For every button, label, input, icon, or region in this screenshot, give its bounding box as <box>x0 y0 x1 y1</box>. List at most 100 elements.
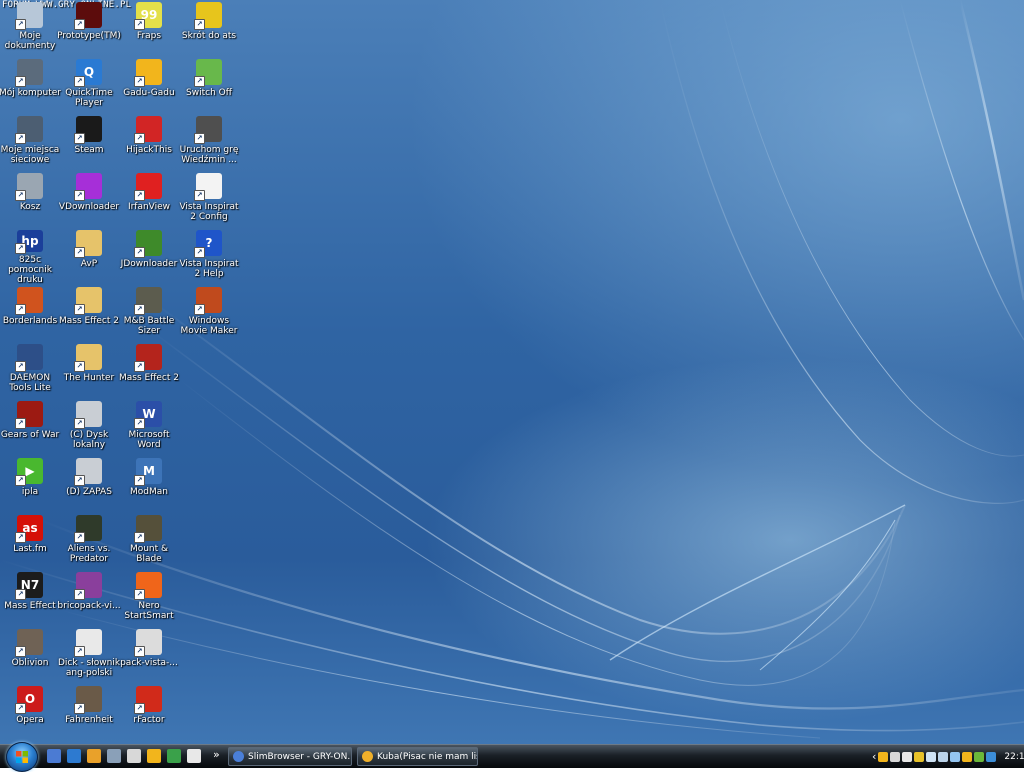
desktop-icon[interactable]: ↗ pack-vista-... <box>119 627 179 684</box>
internet-explorer-icon[interactable] <box>67 749 81 763</box>
desktop-icon[interactable]: ↗ Windows Movie Maker <box>179 285 239 342</box>
recycle-bin-icon: ↗ <box>15 173 43 201</box>
desktop-icon[interactable]: ↗ Steam <box>59 114 119 171</box>
desktop-icon-label: Mount & Blade <box>129 544 169 564</box>
taskbar-button-label: SlimBrowser - GRY-ON... <box>248 751 352 762</box>
desktop-icon[interactable]: ↗ Mass Effect 2 <box>59 285 119 342</box>
desktop-icon[interactable]: ↗ (D) ZAPAS <box>59 456 119 513</box>
desktop-icon[interactable]: W ↗ Microsoft Word <box>119 399 179 456</box>
desktop-icon-label: AvP <box>80 259 98 269</box>
desktop-icon[interactable]: ↗ AvP <box>59 228 119 285</box>
desktop-icon[interactable]: ↗ (C) Dysk lokalny <box>59 399 119 456</box>
desktop-icon-label: ModMan <box>130 487 168 497</box>
desktop-icon-label: Kosz <box>19 202 41 212</box>
desktop-icon[interactable]: ↗ JDownloader <box>119 228 179 285</box>
desktop-icon[interactable]: ↗ rFactor <box>119 684 179 741</box>
desktop-icon[interactable]: ? ↗ Vista Inspirat 2 Help <box>179 228 239 285</box>
desktop-icon[interactable]: ↗ Aliens vs. Predator <box>59 513 119 570</box>
desktop-icon[interactable]: ↗ M&B Battle Sizer <box>119 285 179 342</box>
desktop-icon[interactable]: ↗ Oblivion <box>0 627 60 684</box>
desktop-icon-label: Mój komputer <box>0 88 61 98</box>
mail-envelope-icon <box>362 751 373 762</box>
desktop-icon[interactable]: ↗ Skrót do ats <box>179 0 239 57</box>
network-status-icon[interactable] <box>926 751 937 762</box>
desktop-icon[interactable]: ↗ Mount & Blade <box>119 513 179 570</box>
taskbar-window-button[interactable]: Kuba(Pisac nie mam listy) <box>357 747 478 766</box>
shortcut-arrow-icon: ↗ <box>134 190 145 201</box>
desktop-icon[interactable]: ↗ Moje miejsca sieciowe <box>0 114 60 171</box>
shortcut-arrow-icon: ↗ <box>15 418 26 429</box>
globe-icon[interactable] <box>986 751 997 762</box>
steam-icon: ↗ <box>74 116 102 144</box>
shield-icon[interactable] <box>914 751 925 762</box>
gadu-gadu-icon[interactable] <box>962 751 973 762</box>
desktop-icon[interactable]: ↗ Fahrenheit <box>59 684 119 741</box>
notepad-icon[interactable] <box>187 749 201 763</box>
taskbar-window-button[interactable]: SlimBrowser - GRY-ON... <box>228 747 352 766</box>
desktop-icon[interactable]: ↗ The Hunter <box>59 342 119 399</box>
desktop-icon[interactable]: as ↗ Last.fm <box>0 513 60 570</box>
shortcut-arrow-icon: ↗ <box>74 247 85 258</box>
desktop-icon-label: Last.fm <box>13 544 47 554</box>
desktop-icon[interactable]: ↗ Uruchom grę Wiedźmin ... <box>179 114 239 171</box>
desktop-icon[interactable]: O ↗ Opera <box>0 684 60 741</box>
desktop-icon[interactable]: ↗ Kosz <box>0 171 60 228</box>
shortcut-arrow-icon: ↗ <box>74 304 85 315</box>
shortcut-arrow-icon: ↗ <box>15 361 26 372</box>
quick-launch-overflow-button[interactable]: » <box>213 748 220 761</box>
desktop-icon-label: Mass Effect 2 <box>58 316 119 326</box>
desktop-icon-label: Mass Effect <box>4 601 56 611</box>
icon-glyph: O <box>24 692 36 706</box>
desktop-icon[interactable]: ↗ Mój komputer <box>0 57 61 114</box>
desktop-icon[interactable]: ↗ VDownloader <box>59 171 119 228</box>
volume-icon[interactable] <box>902 751 913 762</box>
shortcut-arrow-icon: ↗ <box>15 19 26 30</box>
shortcut-arrow-icon: ↗ <box>194 190 205 201</box>
monitor-icon[interactable] <box>950 751 961 762</box>
desktop-icon[interactable]: Q ↗ QuickTime Player <box>59 57 119 114</box>
desktop-icon[interactable]: M ↗ ModMan <box>119 456 179 513</box>
desktop-icon-label: VDownloader <box>58 202 120 212</box>
desktop-icon-label: Moje dokumenty <box>4 31 56 51</box>
desktop-icon[interactable]: ↗ Borderlands <box>0 285 60 342</box>
desktop-icon[interactable]: ↗ Moje dokumenty <box>0 0 60 57</box>
desktop-icon[interactable]: ▶ ↗ ipla <box>0 456 60 513</box>
settings-tool-icon[interactable] <box>890 751 901 762</box>
winamp-icon[interactable] <box>87 749 101 763</box>
desktop-icon-label: Vista Inspirat 2 Help <box>179 259 239 279</box>
keyboard-icon[interactable] <box>938 751 949 762</box>
desktop-icon[interactable]: ↗ Prototype(TM) <box>57 0 121 57</box>
desktop-icon[interactable]: ↗ HijackThis <box>119 114 179 171</box>
tray-expand-chevron-icon[interactable]: ‹ <box>872 750 876 763</box>
chrome-icon[interactable] <box>167 749 181 763</box>
media-player-icon[interactable] <box>127 749 141 763</box>
desktop-icon[interactable]: ↗ Gadu-Gadu <box>119 57 179 114</box>
rfactor-icon: ↗ <box>134 686 162 714</box>
desktop-icon[interactable]: hp ↗ 825c pomocnik druku <box>0 228 60 285</box>
network-icon[interactable] <box>107 749 121 763</box>
desktop-icon[interactable]: ↗ bricopack-vi... <box>57 570 121 627</box>
desktop-icon[interactable]: ↗ IrfanView <box>119 171 179 228</box>
desktop-icon-label: Oblivion <box>11 658 49 668</box>
shortcut-arrow-icon: ↗ <box>15 243 26 254</box>
desktop-icon[interactable]: ↗ Vista Inspirat 2 Config <box>179 171 239 228</box>
desktop-icon[interactable]: 99 ↗ Fraps <box>119 0 179 57</box>
shortcut-arrow-icon: ↗ <box>134 76 145 87</box>
desktop-icon[interactable]: ↗ Switch Off <box>179 57 239 114</box>
desktop-icon[interactable]: ↗ Nero StartSmart <box>119 570 179 627</box>
desktop-icon[interactable]: N7 ↗ Mass Effect <box>0 570 60 627</box>
sun-weather-icon[interactable] <box>878 751 889 762</box>
desktop-background[interactable]: FORUM WWW.GRY-ONLINE.PL ↗ Moje dokumenty ↗… <box>0 0 1024 744</box>
shortcut-arrow-icon: ↗ <box>74 532 85 543</box>
gadu-gadu-icon[interactable] <box>147 749 161 763</box>
clock[interactable]: 22:18 <box>1004 752 1024 762</box>
show-desktop-icon[interactable] <box>47 749 61 763</box>
desktop-icon[interactable]: ↗ Mass Effect 2 <box>119 342 179 399</box>
desktop-icon[interactable]: ↗ DAEMON Tools Lite <box>0 342 60 399</box>
nvidia-icon[interactable] <box>974 751 985 762</box>
installer-package-icon: ↗ <box>134 629 162 657</box>
desktop-icon[interactable]: ↗ Gears of War <box>0 399 60 456</box>
desktop-icon[interactable]: ↗ Dick - słownik ang-polski <box>58 627 120 684</box>
shortcut-arrow-icon: ↗ <box>194 19 205 30</box>
mass-effect-2-icon: ↗ <box>134 344 162 372</box>
